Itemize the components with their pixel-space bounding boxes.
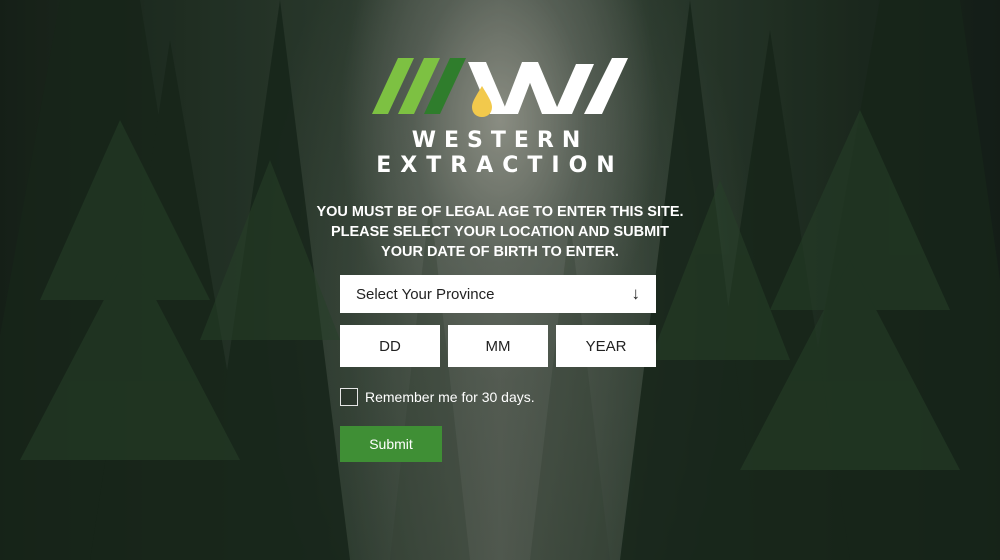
western-extraction-logo [372,58,628,117]
birth-year-input[interactable] [556,325,656,367]
age-notice-line: YOU MUST BE OF LEGAL AGE TO ENTER THIS S… [316,204,684,220]
submit-button[interactable]: Submit [340,426,442,462]
province-select-value: Select Your Province [356,285,495,303]
remember-me-row: Remember me for 30 days. [340,388,535,406]
age-notice: YOU MUST BE OF LEGAL AGE TO ENTER THIS S… [300,202,700,262]
age-notice-line: PLEASE SELECT YOUR LOCATION AND SUBMIT [330,224,670,240]
brand-name-line1: WESTERN [411,128,589,153]
remember-me-label[interactable]: Remember me for 30 days. [365,389,535,405]
province-select[interactable]: Select Your Province ↓ [340,275,656,313]
arrow-down-icon: ↓ [631,284,641,303]
birth-day-input[interactable] [340,325,440,367]
brand-name-line2: EXTRACTION [376,153,624,178]
age-notice-line: YOUR DATE OF BIRTH TO ENTER. [381,244,619,260]
remember-me-checkbox[interactable] [340,388,358,406]
birth-month-input[interactable] [448,325,548,367]
